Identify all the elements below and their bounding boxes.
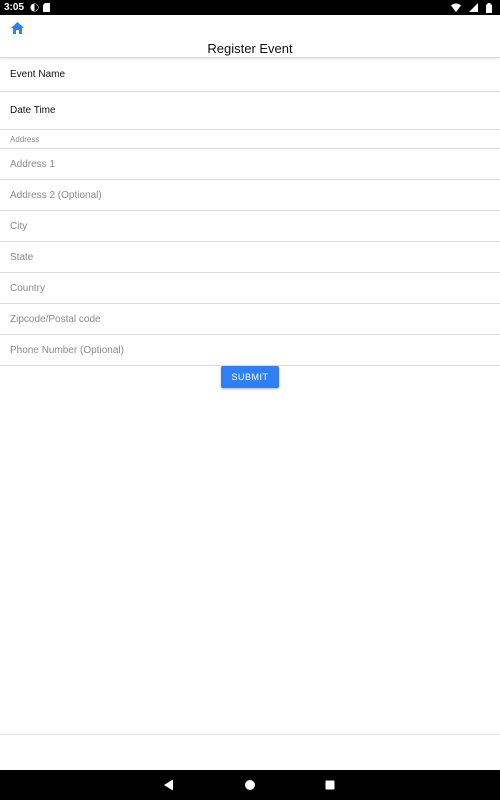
- status-right-group: [451, 2, 496, 13]
- submit-container: SUBMIT: [0, 366, 500, 388]
- wifi-icon: [451, 3, 461, 12]
- page-title: Register Event: [207, 41, 293, 56]
- sd-card-icon: [43, 3, 51, 12]
- state-row: [0, 242, 500, 273]
- address-section-label: Address: [10, 134, 40, 144]
- bottom-divider: [0, 734, 500, 735]
- home-button[interactable]: [8, 19, 26, 37]
- back-icon: [164, 779, 173, 791]
- home-icon: [10, 22, 24, 34]
- cellular-signal-icon: [469, 3, 478, 12]
- address1-row: [0, 149, 500, 180]
- home-circle-icon: [245, 780, 255, 790]
- address1-input[interactable]: [10, 158, 490, 170]
- address2-row: [0, 180, 500, 211]
- zipcode-input[interactable]: [10, 313, 490, 325]
- address2-input[interactable]: [10, 189, 490, 201]
- system-nav-bar: [0, 770, 500, 800]
- nav-recents-button[interactable]: [322, 777, 338, 793]
- phone-row: [0, 335, 500, 366]
- country-row: [0, 273, 500, 304]
- country-input[interactable]: [10, 282, 490, 294]
- nav-home-button[interactable]: [242, 777, 258, 793]
- phone-input[interactable]: [10, 344, 490, 356]
- app-screen: 3:05 Register Event Event Name Date Time…: [0, 0, 500, 800]
- zipcode-row: [0, 304, 500, 335]
- state-input[interactable]: [10, 251, 490, 263]
- datetime-label: Date Time: [10, 105, 56, 116]
- nav-back-button[interactable]: [161, 777, 177, 793]
- notification-app-icon: [30, 3, 39, 12]
- battery-icon: [486, 2, 492, 13]
- event-name-label: Event Name: [10, 69, 66, 80]
- submit-button[interactable]: SUBMIT: [221, 366, 279, 388]
- event-name-row[interactable]: Event Name: [0, 58, 500, 92]
- city-row: [0, 211, 500, 242]
- recents-icon: [325, 780, 335, 790]
- status-bar: 3:05: [0, 0, 500, 15]
- datetime-row[interactable]: Date Time: [0, 92, 500, 130]
- address-section-header: Address: [0, 130, 500, 149]
- status-time: 3:05: [4, 2, 25, 13]
- app-header: Register Event: [0, 15, 500, 58]
- register-event-form: Event Name Date Time Address: [0, 58, 500, 366]
- city-input[interactable]: [10, 220, 490, 232]
